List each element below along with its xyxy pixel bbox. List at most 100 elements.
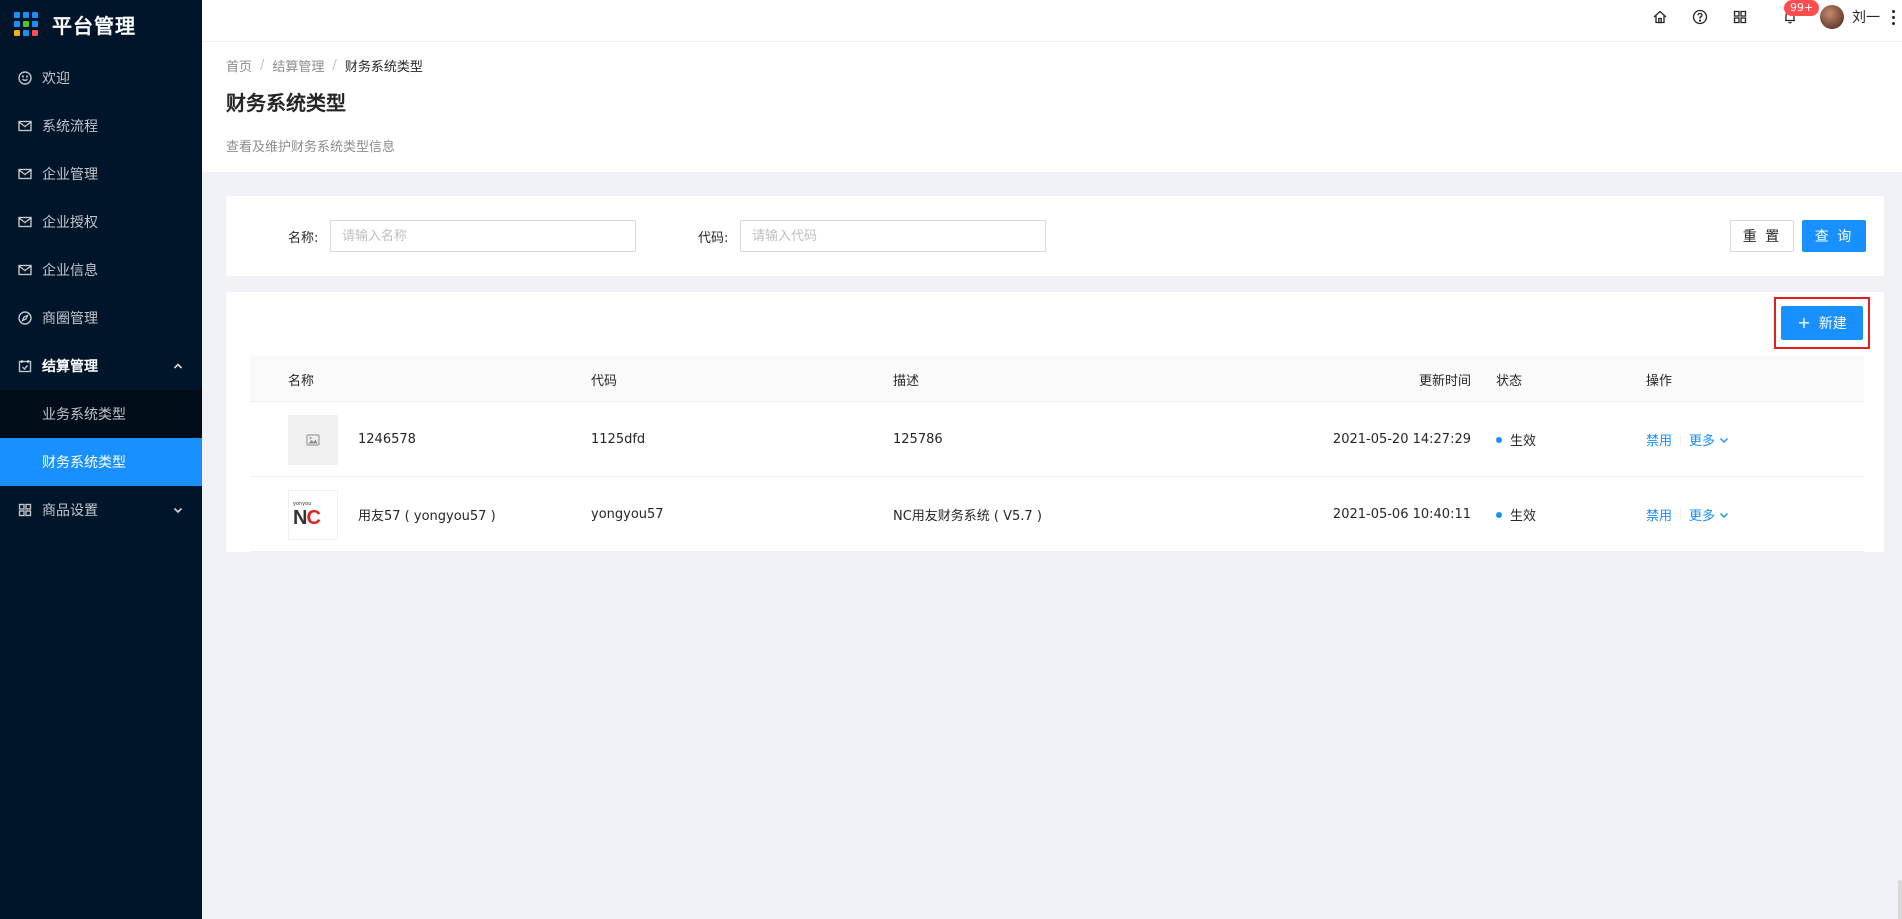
reset-button[interactable]: 重 置: [1730, 220, 1794, 252]
code-field-label: 代码:: [698, 230, 729, 246]
sidebar-item-label: 企业授权: [42, 215, 98, 231]
cell-name: 用友57 ( yongyou57 ): [358, 509, 496, 524]
breadcrumb-separator: /: [332, 57, 337, 73]
app-title: 平台管理: [52, 13, 136, 38]
name-field-label: 名称:: [288, 230, 319, 246]
nc-logo-c: C: [306, 507, 320, 529]
table-card: + 新建 名称 代码 描述 更新时间 状态 操作 1246578 1125dfd…: [226, 292, 1884, 552]
sidebar-item-label: 商圈管理: [42, 311, 98, 327]
table-row: 1246578 1125dfd 125786 2021-05-20 14:27:…: [250, 402, 1864, 477]
sidebar-item-label: 企业信息: [42, 263, 98, 279]
breadcrumb-home[interactable]: 首页: [226, 56, 252, 75]
appstore-icon: [18, 503, 32, 517]
column-header-desc: 描述: [893, 373, 920, 389]
ops-divider: [1680, 508, 1682, 521]
sidebar-item-enterprise-authorization[interactable]: 企业授权: [0, 198, 202, 246]
logo[interactable]: 平台管理: [0, 0, 202, 48]
data-table: 名称 代码 描述 更新时间 状态 操作 1246578 1125dfd 1257…: [250, 356, 1864, 552]
query-button[interactable]: 查 询: [1802, 220, 1866, 252]
row-thumbnail: [288, 402, 338, 477]
sidebar: 平台管理 欢迎 系统流程 企业管理 企业授权 企业信息 商圈管理 结算管理 业务…: [0, 0, 202, 919]
help-icon[interactable]: [1692, 9, 1708, 25]
compass-icon: [18, 311, 32, 325]
new-button-highlight: + 新建: [1774, 297, 1870, 349]
chevron-down-icon[interactable]: [1719, 510, 1729, 520]
page-title: 财务系统类型: [226, 91, 346, 115]
column-header-name: 名称: [288, 373, 315, 389]
breadcrumb-current: 财务系统类型: [344, 59, 423, 75]
more-link[interactable]: 更多: [1689, 505, 1715, 524]
sidebar-item-label: 商品设置: [42, 503, 98, 519]
cell-code: 1125dfd: [591, 432, 646, 447]
sidebar-menu: 欢迎 系统流程 企业管理 企业授权 企业信息 商圈管理 结算管理 业务系统类型: [0, 54, 202, 534]
ops-divider: [1680, 433, 1682, 446]
sidebar-item-business-system-type[interactable]: 业务系统类型: [0, 390, 202, 438]
avatar[interactable]: [1820, 5, 1844, 29]
sidebar-item-system-flow[interactable]: 系统流程: [0, 102, 202, 150]
image-placeholder-icon: [288, 414, 338, 465]
nc-logo: yonyou NC: [288, 489, 338, 540]
status-label: 生效: [1510, 434, 1537, 449]
sidebar-item-enterprise-info[interactable]: 企业信息: [0, 246, 202, 294]
disable-link[interactable]: 禁用: [1646, 505, 1672, 524]
calendar-icon: [18, 359, 32, 373]
mail-icon: [18, 215, 32, 229]
scrollbar-thumb[interactable]: [1898, 880, 1902, 919]
column-header-ops: 操作: [1646, 373, 1673, 389]
status-dot-icon: [1496, 436, 1502, 443]
top-header: 99+ 刘一: [202, 0, 1902, 42]
sidebar-item-business-district[interactable]: 商圈管理: [0, 294, 202, 342]
sidebar-item-label: 欢迎: [42, 71, 70, 87]
row-thumbnail: yonyou NC: [288, 477, 338, 552]
sidebar-item-product-settings[interactable]: 商品设置: [0, 486, 202, 534]
new-button-label: 新建: [1818, 316, 1847, 332]
breadcrumb-parent[interactable]: 结算管理: [272, 56, 324, 75]
more-link[interactable]: 更多: [1689, 430, 1715, 449]
new-button[interactable]: + 新建: [1781, 306, 1863, 340]
logo-grid-icon: [14, 12, 38, 36]
username[interactable]: 刘一: [1852, 7, 1880, 27]
sidebar-item-welcome[interactable]: 欢迎: [0, 54, 202, 102]
cell-desc: 125786: [893, 432, 943, 447]
mail-icon: [18, 119, 32, 133]
table-row: yonyou NC 用友57 ( yongyou57 ) yongyou57 N…: [250, 477, 1864, 552]
sidebar-item-finance-system-type[interactable]: 财务系统类型: [0, 438, 202, 486]
chevron-down-icon[interactable]: [1719, 435, 1729, 445]
sidebar-item-label: 结算管理: [42, 359, 98, 375]
name-input[interactable]: [330, 220, 636, 252]
home-icon[interactable]: [1652, 9, 1668, 25]
appstore-icon[interactable]: [1732, 9, 1748, 25]
search-form: 名称: 代码: 重 置 查 询: [226, 196, 1884, 276]
column-header-status: 状态: [1496, 373, 1523, 389]
cell-updated: 2021-05-20 14:27:29: [1332, 432, 1471, 447]
cell-ops: 禁用 更多: [1646, 477, 1729, 552]
cell-updated: 2021-05-06 10:40:11: [1332, 507, 1471, 522]
column-header-updated: 更新时间: [1418, 373, 1471, 389]
mail-icon: [18, 167, 32, 181]
sidebar-item-enterprise-management[interactable]: 企业管理: [0, 150, 202, 198]
sidebar-item-label: 企业管理: [42, 167, 98, 183]
sidebar-item-settlement[interactable]: 结算管理: [0, 342, 202, 390]
cell-status: 生效: [1496, 477, 1536, 552]
nc-logo-n: N: [293, 507, 307, 529]
sidebar-item-label: 系统流程: [42, 119, 98, 135]
more-vertical-icon[interactable]: [1892, 9, 1896, 25]
cell-ops: 禁用 更多: [1646, 402, 1729, 477]
column-header-code: 代码: [591, 373, 618, 389]
page-scrollbar[interactable]: [1896, 42, 1902, 919]
status-dot-icon: [1496, 511, 1502, 518]
settlement-submenu: 业务系统类型 财务系统类型: [0, 390, 202, 486]
table-header: 名称 代码 描述 更新时间 状态 操作: [250, 356, 1864, 402]
bell-icon[interactable]: 99+: [1782, 0, 1820, 25]
page-description: 查看及维护财务系统类型信息: [226, 140, 396, 155]
cell-desc: NC用友财务系统 ( V5.7 ): [893, 509, 1042, 524]
chevron-up-icon: [172, 360, 184, 372]
page-header: 首页 / 结算管理 / 财务系统类型 财务系统类型 查看及维护财务系统类型信息: [202, 42, 1902, 172]
breadcrumb: 首页 / 结算管理 / 财务系统类型: [226, 54, 1878, 76]
status-label: 生效: [1510, 509, 1537, 524]
plus-icon: +: [1797, 313, 1811, 332]
disable-link[interactable]: 禁用: [1646, 430, 1672, 449]
cell-name: 1246578: [358, 432, 416, 447]
code-input[interactable]: [740, 220, 1046, 252]
mail-icon: [18, 263, 32, 277]
